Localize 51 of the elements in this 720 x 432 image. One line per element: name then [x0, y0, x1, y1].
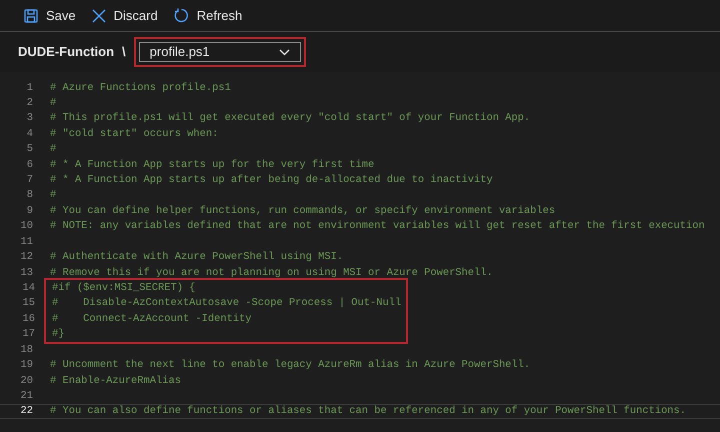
line-number: 10: [20, 221, 33, 232]
line-number: 14: [22, 282, 35, 294]
code-line: #: [50, 144, 56, 155]
line-number: 18: [20, 344, 33, 356]
save-icon: [24, 8, 38, 22]
code-line: #if ($env:MSI_SECRET) {: [52, 282, 196, 294]
line-number: 9: [26, 206, 33, 216]
code-line: # This profile.ps1 will get executed every "cold start" of your Function App.: [50, 113, 530, 124]
refresh-button[interactable]: Refresh: [174, 6, 242, 26]
code-line: # * A Function App starts up for the very first time: [50, 160, 374, 170]
code-line: #: [50, 98, 56, 108]
line-number: 7: [26, 175, 33, 186]
file-dropdown[interactable]: profile.ps1: [138, 42, 301, 62]
line-number: 17: [22, 329, 35, 340]
line-number: 15: [22, 298, 35, 309]
line-number: 13: [20, 268, 33, 278]
code-line: # Connect-AzAccount -Identity: [52, 314, 252, 324]
code-line: # "cold start" occurs when:: [50, 128, 218, 140]
close-icon: [92, 8, 106, 22]
line-number: 6: [26, 160, 33, 170]
code-line: # Remove this if you are not planning on using MSI or Azure PowerShell.: [50, 268, 493, 278]
line-number: 12: [20, 252, 33, 263]
line-number: 2: [26, 98, 33, 108]
line-number: 4: [26, 128, 33, 140]
code-line: # You can define helper functions, run commands, or specify environment variables: [50, 206, 556, 216]
line-number: 19: [20, 360, 33, 370]
code-line: # You can also define functions or aliases that can be referenced in any of your PowerShell functions.: [50, 406, 686, 417]
line-number: 21: [20, 390, 33, 402]
line-number: 20: [20, 376, 33, 386]
code-line: #: [50, 190, 56, 201]
code-line: # * A Function App starts up after being de-allocated due to inactivity: [50, 175, 493, 186]
refresh-icon: [174, 8, 189, 23]
line-number: 3: [26, 113, 33, 124]
line-number: 11: [20, 236, 33, 248]
line-number: 5: [26, 144, 33, 155]
code-line: # NOTE: any variables defined that are not environment variables will get reset after the first execution: [50, 221, 705, 232]
code-line: # Enable-AzureRmAlias: [50, 376, 181, 386]
discard-button[interactable]: Discard: [92, 6, 158, 26]
line-number: 22: [20, 406, 33, 417]
code-line: # Authenticate with Azure PowerShell using MSI.: [50, 252, 344, 263]
code-line: #}: [52, 329, 64, 340]
code-line: # Uncomment the next line to enable legacy AzureRm alias in Azure PowerShell.: [50, 360, 530, 370]
line-number: 8: [26, 190, 33, 201]
code-line: # Disable-AzContextAutosave -Scope Process | Out-Null: [52, 298, 402, 309]
path-separator: \: [122, 43, 126, 62]
chevron-down-icon: [278, 48, 290, 56]
code-line: # Azure Functions profile.ps1: [50, 82, 231, 93]
line-number: 1: [26, 82, 33, 93]
line-number: 16: [22, 314, 35, 324]
save-button[interactable]: Save: [24, 6, 76, 26]
app-name: DUDE-Function: [18, 43, 114, 62]
